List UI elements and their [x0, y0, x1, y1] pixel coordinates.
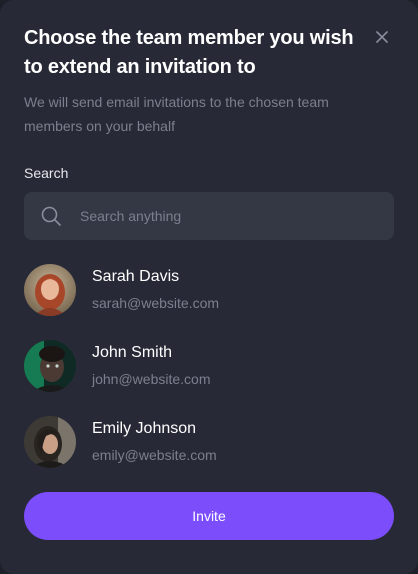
search-box[interactable] — [24, 192, 394, 240]
close-icon — [376, 31, 388, 43]
member-name: John Smith — [92, 344, 173, 361]
member-item-sarah-davis[interactable]: Sarah Davis sarah@website.com — [24, 263, 394, 317]
avatar — [24, 416, 76, 468]
invite-modal: Choose the team member you wish to exten… — [0, 0, 418, 574]
modal-subtitle: We will send email invitations to the ch… — [24, 94, 329, 134]
member-name: Emily Johnson — [92, 420, 197, 437]
invite-button[interactable]: Invite — [24, 492, 394, 540]
avatar — [24, 340, 76, 392]
avatar — [24, 264, 76, 316]
member-email: sarah@website.com — [92, 295, 220, 311]
search-input[interactable] — [80, 192, 380, 240]
member-item-john-smith[interactable]: John Smith john@website.com — [24, 339, 394, 393]
search-icon — [41, 206, 61, 226]
modal-title: Choose the team member you wish to exten… — [24, 27, 354, 78]
member-name: Sarah Davis — [92, 268, 180, 285]
member-email: emily@website.com — [92, 447, 217, 463]
member-item-emily-johnson[interactable]: Emily Johnson emily@website.com — [24, 415, 394, 469]
member-email: john@website.com — [92, 371, 211, 387]
close-button[interactable] — [372, 27, 392, 47]
search-label: Search — [24, 165, 69, 181]
